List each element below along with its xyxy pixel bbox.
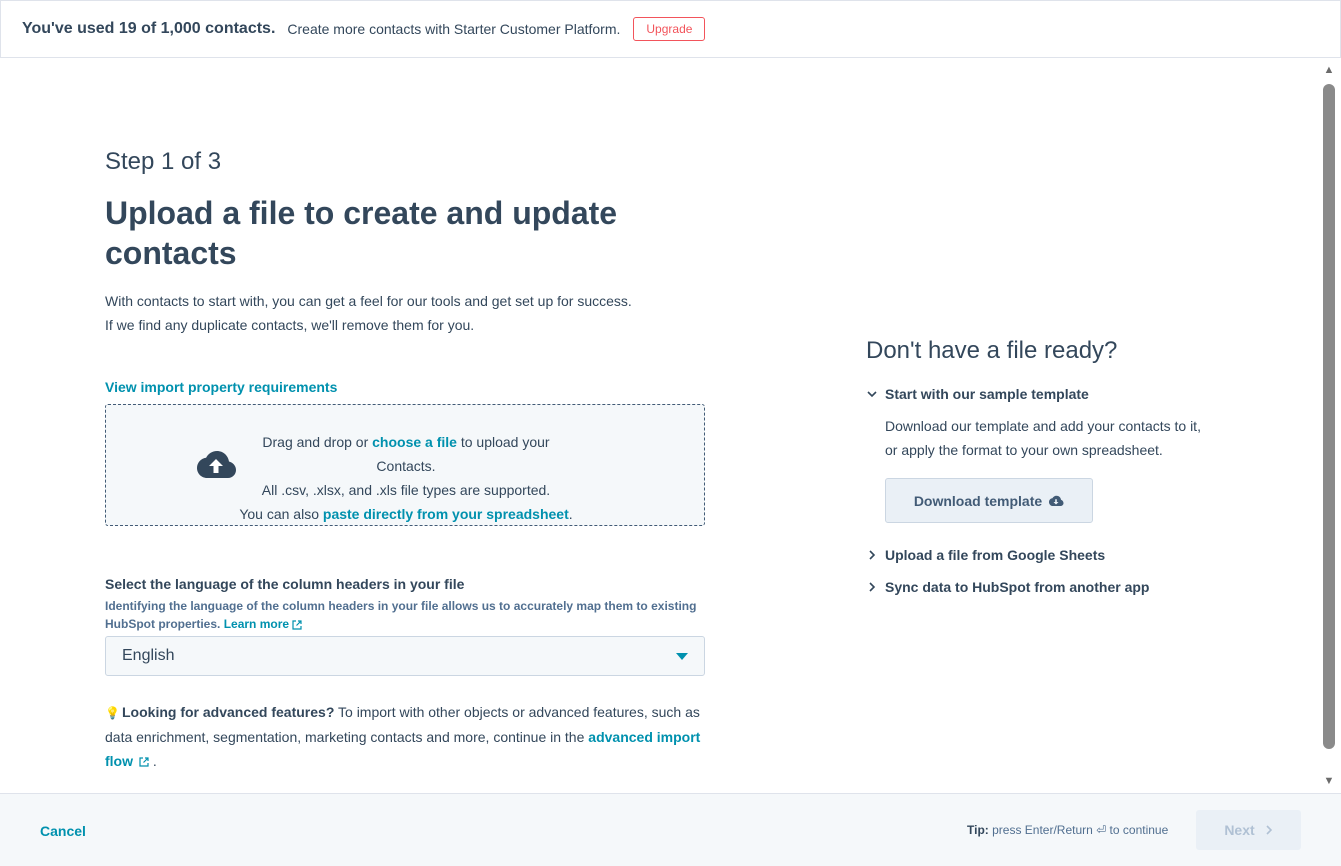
caret-down-icon bbox=[676, 653, 688, 660]
sidebar-title: Don't have a file ready? bbox=[866, 337, 1118, 364]
banner-message: Create more contacts with Starter Custom… bbox=[287, 21, 621, 37]
dropzone-line1-prefix: Drag and drop or bbox=[262, 434, 373, 450]
dropzone-line2: All .csv, .xlsx, and .xls file types are… bbox=[261, 482, 551, 498]
accordion-label: Sync data to HubSpot from another app bbox=[885, 579, 1150, 595]
page-title: Upload a file to create and update conta… bbox=[105, 195, 618, 271]
chevron-right-icon bbox=[869, 582, 876, 592]
description-line: If we find any duplicate contacts, we'll… bbox=[105, 317, 475, 333]
accordion-label: Upload a file from Google Sheets bbox=[885, 547, 1106, 563]
paste-spreadsheet-link[interactable]: paste directly from your spreadsheet bbox=[323, 506, 569, 522]
scrollbar-thumb[interactable] bbox=[1323, 84, 1335, 749]
accordion-sync-app[interactable]: Sync data to HubSpot from another app bbox=[866, 579, 1149, 595]
template-description: Download our template and add your conta… bbox=[885, 418, 1201, 458]
external-link-icon bbox=[292, 620, 302, 630]
keyboard-tip: Tip: press Enter/Return ⏎ to continue bbox=[967, 823, 1168, 837]
step-indicator: Step 1 of 3 bbox=[105, 148, 222, 175]
upgrade-button[interactable]: Upgrade bbox=[633, 17, 706, 41]
usage-banner: You've used 19 of 1,000 contacts. Create… bbox=[0, 0, 1341, 58]
accordion-sample-template[interactable]: Start with our sample template bbox=[866, 386, 1089, 402]
footer-bar: Cancel Tip: press Enter/Return ⏎ to cont… bbox=[0, 793, 1341, 866]
advanced-features-note: 💡 Looking for advanced features? To impor… bbox=[105, 700, 705, 773]
page-description: With contacts to start with, you can get… bbox=[105, 289, 632, 337]
language-select-value: English bbox=[122, 647, 175, 664]
description-line: With contacts to start with, you can get… bbox=[105, 293, 632, 309]
learn-more-label: Learn more bbox=[223, 617, 290, 631]
language-help: Identifying the language of the column h… bbox=[105, 597, 705, 633]
file-dropzone[interactable]: Drag and drop or choose a file to upload… bbox=[105, 404, 705, 526]
external-link-icon bbox=[139, 757, 149, 767]
advanced-strong: Looking for advanced features? bbox=[122, 704, 335, 720]
download-template-label: Download template bbox=[913, 492, 1043, 509]
tip-text: press Enter/Return ⏎ to continue bbox=[988, 823, 1169, 837]
language-help-text: Identifying the language of the column h… bbox=[105, 599, 697, 631]
import-requirements-link[interactable]: View import property requirements bbox=[105, 379, 337, 395]
accordion-label: Start with our sample template bbox=[885, 386, 1089, 402]
language-label: Select the language of the column header… bbox=[105, 576, 465, 592]
chevron-down-icon bbox=[867, 391, 877, 398]
cloud-download-icon bbox=[1049, 495, 1064, 506]
usage-text: You've used 19 of 1,000 contacts. bbox=[22, 20, 276, 37]
cloud-upload-icon bbox=[197, 451, 236, 478]
accordion-google-sheets[interactable]: Upload a file from Google Sheets bbox=[866, 547, 1105, 563]
chevron-right-icon bbox=[1266, 825, 1272, 835]
tip-label: Tip: bbox=[967, 823, 989, 837]
learn-more-link[interactable]: Learn more bbox=[224, 617, 302, 631]
cancel-button[interactable]: Cancel bbox=[40, 823, 86, 839]
lightbulb-icon: 💡 bbox=[105, 706, 120, 720]
scroll-down-arrow-icon[interactable]: ▼ bbox=[1322, 775, 1336, 787]
download-template-button[interactable]: Download template bbox=[885, 478, 1093, 523]
scroll-up-arrow-icon[interactable]: ▲ bbox=[1322, 64, 1336, 76]
chevron-right-icon bbox=[869, 550, 876, 560]
dropzone-line3-prefix: You can also bbox=[239, 506, 323, 522]
dropzone-text: Drag and drop or choose a file to upload… bbox=[236, 430, 576, 526]
next-button[interactable]: Next bbox=[1196, 810, 1301, 850]
next-label: Next bbox=[1224, 822, 1255, 838]
choose-file-link[interactable]: choose a file bbox=[372, 434, 457, 450]
advanced-suffix: . bbox=[149, 753, 157, 769]
language-select[interactable]: English bbox=[105, 636, 705, 676]
dropzone-line3-suffix: . bbox=[568, 506, 573, 522]
